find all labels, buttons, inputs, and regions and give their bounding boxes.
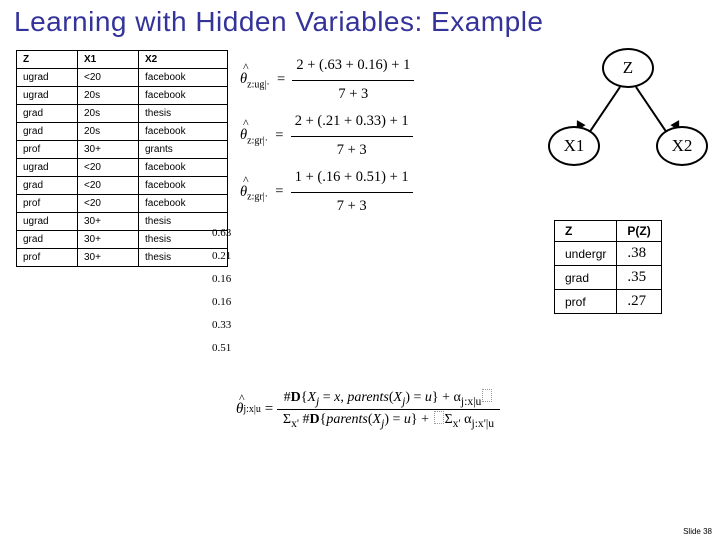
page-title: Learning with Hidden Variables: Example — [14, 6, 544, 38]
table-row: ugrad<20facebook — [17, 69, 228, 87]
pz-value: .27 — [617, 290, 661, 314]
table-row: grad20sthesis — [17, 105, 228, 123]
map-estimate-formula: θj:x|u = #D{Xj = x, parents(Xj) = u} + α… — [236, 388, 500, 431]
prior-table: Z P(Z) undergr.38grad.35prof.27 — [554, 220, 662, 314]
table-row: grad<20facebook — [17, 177, 228, 195]
table-cell: facebook — [139, 159, 228, 177]
table-row: prof<20facebook — [17, 195, 228, 213]
table-row: ugrad<20facebook — [17, 159, 228, 177]
table-cell: <20 — [78, 69, 139, 87]
table-cell: grad — [17, 105, 78, 123]
table-row: ugrad30+thesis — [17, 213, 228, 231]
table-cell: 30+ — [78, 213, 139, 231]
table-cell: facebook — [139, 195, 228, 213]
table-cell: grad — [17, 123, 78, 141]
table-cell: grants — [139, 141, 228, 159]
pz-label: grad — [555, 266, 617, 290]
node-x2: X2 — [656, 126, 708, 166]
table-row: undergr.38 — [555, 242, 662, 266]
table-row: grad20sfacebook — [17, 123, 228, 141]
table-row: prof30+grants — [17, 141, 228, 159]
prob-value: 0.16 — [212, 291, 231, 314]
equation-3: θz:gr|· = 1 + (.16 + 0.51) + 17 + 3 — [240, 164, 414, 220]
table-cell: thesis — [139, 105, 228, 123]
table-cell: prof — [17, 141, 78, 159]
prob-value: 0.33 — [212, 314, 231, 337]
table-row: ugrad20sfacebook — [17, 87, 228, 105]
table-cell: 30+ — [78, 141, 139, 159]
table-row: prof30+thesis — [17, 249, 228, 267]
table-cell: 30+ — [78, 249, 139, 267]
table-cell: ugrad — [17, 69, 78, 87]
table-cell: 20s — [78, 87, 139, 105]
table-row: prof.27 — [555, 290, 662, 314]
table-cell: ugrad — [17, 159, 78, 177]
table-cell: facebook — [139, 123, 228, 141]
edge-z-x2 — [635, 86, 669, 135]
observations-table: Z X1 X2 ugrad<20facebookugrad20sfacebook… — [16, 50, 228, 267]
pz-value: .38 — [617, 242, 661, 266]
equation-1: θz:ug|· = 2 + (.63 + 0.16) + 17 + 3 — [240, 52, 414, 108]
table-cell: <20 — [78, 195, 139, 213]
pz-th-p: P(Z) — [617, 221, 661, 242]
th-z: Z — [17, 51, 78, 69]
table-cell: 20s — [78, 105, 139, 123]
table-cell: <20 — [78, 177, 139, 195]
th-x2: X2 — [139, 51, 228, 69]
table-cell: facebook — [139, 177, 228, 195]
equations-block: θz:ug|· = 2 + (.63 + 0.16) + 17 + 3 θz:g… — [240, 52, 414, 220]
table-cell: prof — [17, 249, 78, 267]
table-cell: prof — [17, 195, 78, 213]
table-cell: 30+ — [78, 231, 139, 249]
slide-number: Slide 38 — [683, 527, 712, 536]
prob-value: 0.51 — [212, 337, 231, 360]
pz-label: prof — [555, 290, 617, 314]
table-cell: facebook — [139, 69, 228, 87]
bayes-net-diagram: Z X1 X2 — [546, 48, 706, 168]
table-cell: ugrad — [17, 87, 78, 105]
table-cell: ugrad — [17, 213, 78, 231]
table-cell: <20 — [78, 159, 139, 177]
table-row: grad.35 — [555, 266, 662, 290]
prob-value: 0.16 — [212, 268, 231, 291]
th-x1: X1 — [78, 51, 139, 69]
table-row: grad30+thesis — [17, 231, 228, 249]
pz-value: .35 — [617, 266, 661, 290]
pz-label: undergr — [555, 242, 617, 266]
table-cell: grad — [17, 177, 78, 195]
node-x1: X1 — [548, 126, 600, 166]
node-z: Z — [602, 48, 654, 88]
prob-value: 0.21 — [212, 245, 231, 268]
edge-z-x1 — [587, 86, 621, 135]
pz-th-z: Z — [555, 221, 617, 242]
table-cell: grad — [17, 231, 78, 249]
prob-value: 0.63 — [212, 222, 231, 245]
table-cell: 20s — [78, 123, 139, 141]
table-cell: facebook — [139, 87, 228, 105]
probability-column: 0.630.210.160.160.330.51 — [212, 222, 231, 361]
equation-2: θz:gr|· = 2 + (.21 + 0.33) + 17 + 3 — [240, 108, 414, 164]
